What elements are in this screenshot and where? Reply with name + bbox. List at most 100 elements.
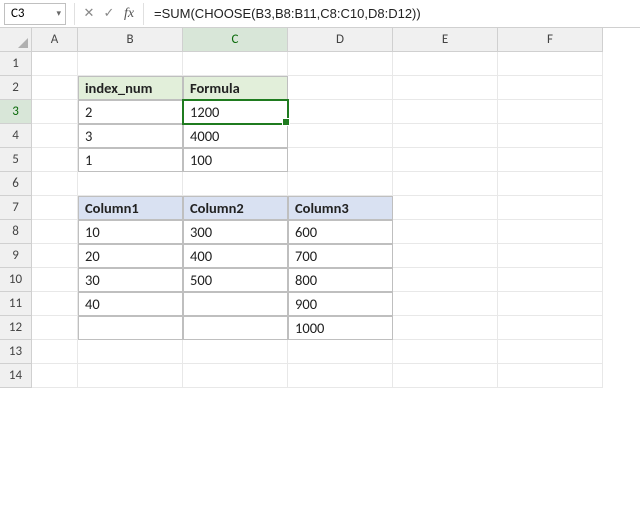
row-header-5[interactable]: 5 (0, 148, 32, 172)
cell-A7[interactable] (32, 196, 78, 220)
cell-E12[interactable] (393, 316, 498, 340)
cell-D2[interactable] (288, 76, 393, 100)
cell-A4[interactable] (32, 124, 78, 148)
formula-input[interactable] (148, 3, 640, 25)
cell-E1[interactable] (393, 52, 498, 76)
cell-D12[interactable]: 1000 (288, 316, 393, 340)
cell-E14[interactable] (393, 364, 498, 388)
col-header-B[interactable]: B (78, 28, 183, 52)
col-header-A[interactable]: A (32, 28, 78, 52)
cell-A13[interactable] (32, 340, 78, 364)
cell-B13[interactable] (78, 340, 183, 364)
cell-A2[interactable] (32, 76, 78, 100)
cell-F9[interactable] (498, 244, 603, 268)
col-header-F[interactable]: F (498, 28, 603, 52)
cell-D11[interactable]: 900 (288, 292, 393, 316)
cell-E4[interactable] (393, 124, 498, 148)
cell-C10[interactable]: 500 (183, 268, 288, 292)
cell-D5[interactable] (288, 148, 393, 172)
row-header-13[interactable]: 13 (0, 340, 32, 364)
cell-E11[interactable] (393, 292, 498, 316)
cell-A11[interactable] (32, 292, 78, 316)
cell-F1[interactable] (498, 52, 603, 76)
cell-A5[interactable] (32, 148, 78, 172)
cell-F10[interactable] (498, 268, 603, 292)
cell-B9[interactable]: 20 (78, 244, 183, 268)
cell-A1[interactable] (32, 52, 78, 76)
confirm-icon[interactable]: ✓ (99, 3, 119, 25)
cell-E2[interactable] (393, 76, 498, 100)
cell-B6[interactable] (78, 172, 183, 196)
col-header-E[interactable]: E (393, 28, 498, 52)
cell-E3[interactable] (393, 100, 498, 124)
chevron-down-icon[interactable]: ▾ (56, 8, 61, 19)
cell-F3[interactable] (498, 100, 603, 124)
cell-A12[interactable] (32, 316, 78, 340)
cell-C11[interactable] (183, 292, 288, 316)
row-header-12[interactable]: 12 (0, 316, 32, 340)
cell-C2[interactable]: Formula (183, 76, 288, 100)
cell-A9[interactable] (32, 244, 78, 268)
cell-B10[interactable]: 30 (78, 268, 183, 292)
cell-D9[interactable]: 700 (288, 244, 393, 268)
cell-F2[interactable] (498, 76, 603, 100)
row-header-3[interactable]: 3 (0, 100, 32, 124)
row-header-9[interactable]: 9 (0, 244, 32, 268)
cancel-icon[interactable]: ✕ (79, 3, 99, 25)
cell-A14[interactable] (32, 364, 78, 388)
cell-F11[interactable] (498, 292, 603, 316)
cell-B7[interactable]: Column1 (78, 196, 183, 220)
cell-E5[interactable] (393, 148, 498, 172)
cell-B8[interactable]: 10 (78, 220, 183, 244)
row-header-11[interactable]: 11 (0, 292, 32, 316)
cell-B11[interactable]: 40 (78, 292, 183, 316)
cell-D3[interactable] (288, 100, 393, 124)
cell-C5[interactable]: 100 (183, 148, 288, 172)
row-header-2[interactable]: 2 (0, 76, 32, 100)
cell-F7[interactable] (498, 196, 603, 220)
cell-C6[interactable] (183, 172, 288, 196)
cell-E13[interactable] (393, 340, 498, 364)
cell-D6[interactable] (288, 172, 393, 196)
cell-C4[interactable]: 4000 (183, 124, 288, 148)
cell-B4[interactable]: 3 (78, 124, 183, 148)
cell-F13[interactable] (498, 340, 603, 364)
cell-A10[interactable] (32, 268, 78, 292)
cell-F6[interactable] (498, 172, 603, 196)
row-header-10[interactable]: 10 (0, 268, 32, 292)
cell-C12[interactable] (183, 316, 288, 340)
cell-C8[interactable]: 300 (183, 220, 288, 244)
cell-E7[interactable] (393, 196, 498, 220)
cell-A8[interactable] (32, 220, 78, 244)
col-header-C[interactable]: C (183, 28, 288, 52)
cell-B1[interactable] (78, 52, 183, 76)
cell-E8[interactable] (393, 220, 498, 244)
cell-E9[interactable] (393, 244, 498, 268)
row-header-6[interactable]: 6 (0, 172, 32, 196)
select-all-corner[interactable] (0, 28, 32, 52)
cell-D1[interactable] (288, 52, 393, 76)
row-header-14[interactable]: 14 (0, 364, 32, 388)
cell-F14[interactable] (498, 364, 603, 388)
cell-D13[interactable] (288, 340, 393, 364)
cell-C14[interactable] (183, 364, 288, 388)
cell-F5[interactable] (498, 148, 603, 172)
cell-C7[interactable]: Column2 (183, 196, 288, 220)
fx-icon[interactable]: fx (119, 3, 139, 25)
row-header-8[interactable]: 8 (0, 220, 32, 244)
cell-D10[interactable]: 800 (288, 268, 393, 292)
name-box[interactable]: C3 ▾ (4, 3, 66, 25)
cell-C3[interactable]: 1200 (183, 100, 288, 124)
cell-D8[interactable]: 600 (288, 220, 393, 244)
cell-F12[interactable] (498, 316, 603, 340)
cell-C1[interactable] (183, 52, 288, 76)
cell-F4[interactable] (498, 124, 603, 148)
row-header-4[interactable]: 4 (0, 124, 32, 148)
col-header-D[interactable]: D (288, 28, 393, 52)
cell-D14[interactable] (288, 364, 393, 388)
cell-D7[interactable]: Column3 (288, 196, 393, 220)
cell-B3[interactable]: 2 (78, 100, 183, 124)
row-header-1[interactable]: 1 (0, 52, 32, 76)
cell-E10[interactable] (393, 268, 498, 292)
row-header-7[interactable]: 7 (0, 196, 32, 220)
